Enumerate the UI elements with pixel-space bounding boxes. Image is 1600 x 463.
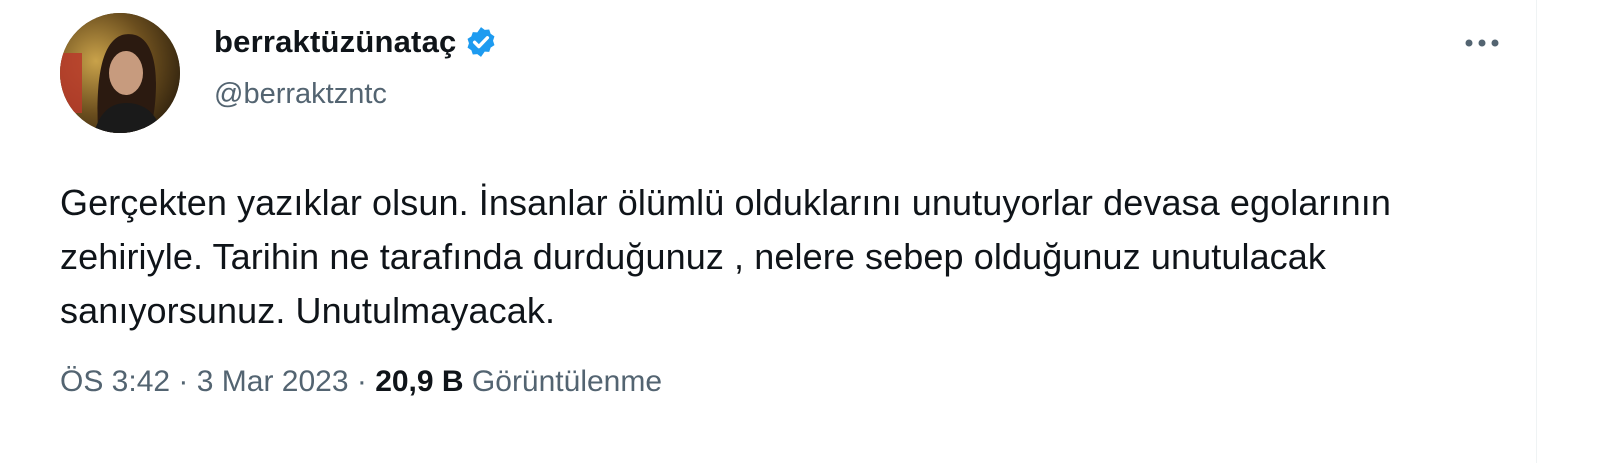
author-handle[interactable]: @berraktzntc <box>214 78 387 111</box>
tweet-time[interactable]: ÖS 3:42 <box>60 365 170 399</box>
meta-separator: · <box>348 365 376 398</box>
more-options-icon[interactable] <box>1460 28 1504 58</box>
views-label-spacer <box>464 365 472 399</box>
views-label: Görüntülenme <box>471 365 663 398</box>
views-count: 20,9 B <box>375 365 464 398</box>
tweet-date[interactable]: 3 Mar 2023 <box>197 365 349 399</box>
avatar[interactable] <box>60 13 180 133</box>
tweet-text: Gerçekten yazıklar olsun. İnsanlar ölüml… <box>60 182 1392 331</box>
avatar-image <box>60 13 180 133</box>
tweet-card: berraktüzünataç @berraktzntc Gerçekten y… <box>8 0 1537 463</box>
meta-separator: · <box>170 365 197 398</box>
tweet-meta: ÖS 3:42 · 3 Mar 2023 · 20,9 B Görüntülen… <box>60 365 662 399</box>
verified-badge-icon <box>464 25 498 59</box>
display-name[interactable]: berraktüzünataç <box>214 24 456 60</box>
author-name-row: berraktüzünataç <box>214 24 498 60</box>
